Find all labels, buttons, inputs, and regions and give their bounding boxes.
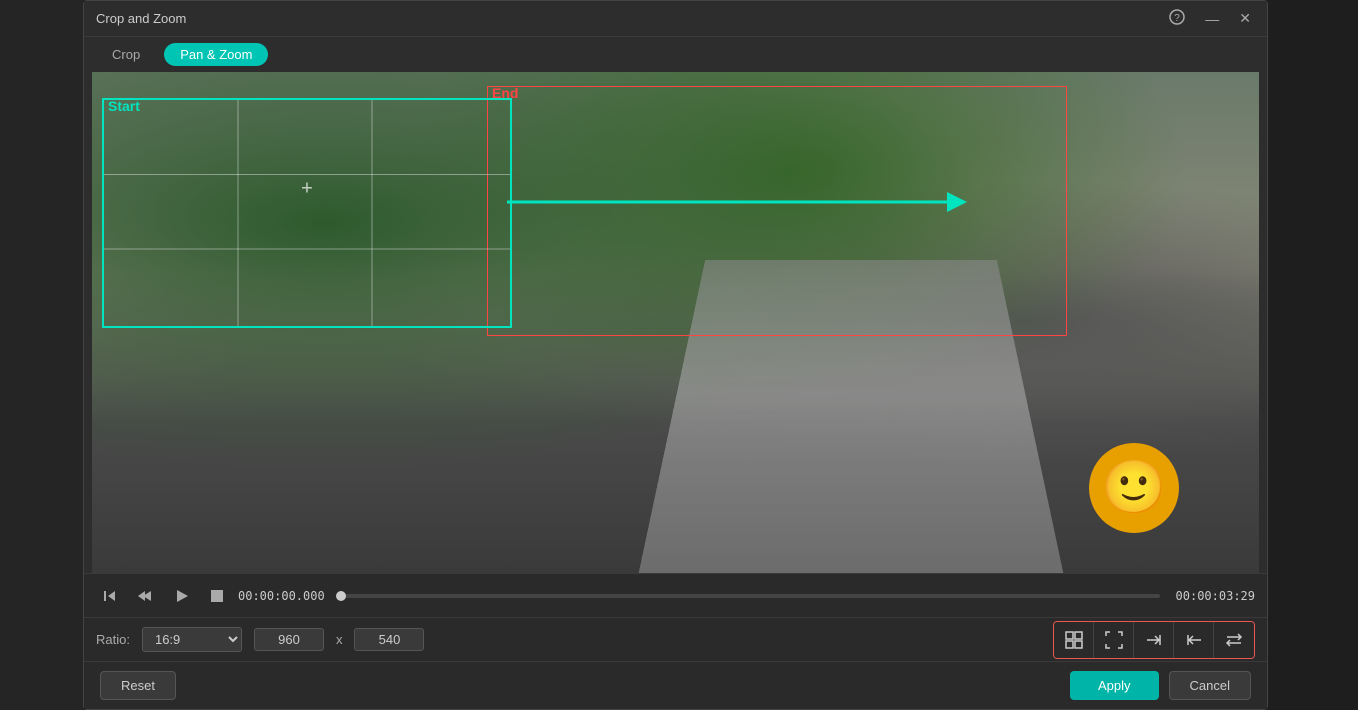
swap-icon	[1225, 631, 1243, 649]
help-button[interactable]: ?	[1165, 7, 1189, 30]
close-icon: ✕	[1239, 10, 1251, 26]
playback-controls: 00:00:00.000 00:00:03:29	[84, 573, 1267, 617]
minimize-icon: —	[1205, 11, 1219, 27]
move-end-button[interactable]	[1134, 622, 1174, 658]
action-bar: Reset Apply Cancel	[84, 661, 1267, 709]
frame-back-button[interactable]	[132, 586, 160, 606]
title-bar-controls: ? — ✕	[1165, 7, 1255, 30]
tab-pan-zoom[interactable]: Pan & Zoom	[164, 43, 268, 66]
fullscreen-button[interactable]	[1094, 622, 1134, 658]
ratio-bar: Ratio: 16:9 4:3 1:1 9:16 Custom x	[84, 617, 1267, 661]
ratio-select[interactable]: 16:9 4:3 1:1 9:16 Custom	[142, 627, 242, 652]
play-button[interactable]	[168, 586, 196, 606]
play-icon	[174, 588, 190, 604]
road-overlay	[632, 260, 1070, 573]
action-buttons-right: Apply Cancel	[1070, 671, 1251, 700]
help-icon: ?	[1169, 9, 1185, 25]
time-total: 00:00:03:29	[1176, 589, 1255, 603]
dialog-title: Crop and Zoom	[96, 11, 186, 26]
ratio-label: Ratio:	[96, 632, 130, 647]
transform-button-group	[1053, 621, 1255, 659]
move-start-button[interactable]	[1174, 622, 1214, 658]
apply-button[interactable]: Apply	[1070, 671, 1159, 700]
tab-bar: Crop Pan & Zoom	[84, 37, 1267, 72]
title-bar-left: Crop and Zoom	[96, 11, 186, 26]
move-start-icon	[1185, 631, 1203, 649]
left-sidebar	[0, 0, 83, 710]
fullscreen-icon	[1105, 631, 1123, 649]
svg-text:?: ?	[1174, 13, 1180, 24]
title-bar: Crop and Zoom ? — ✕	[84, 1, 1267, 37]
crop-zoom-dialog: Crop and Zoom ? — ✕ Crop Pan & Zoom	[83, 0, 1268, 710]
step-back-icon	[102, 588, 118, 604]
close-button[interactable]: ✕	[1235, 8, 1255, 29]
minimize-button[interactable]: —	[1201, 9, 1223, 29]
time-current: 00:00:00.000	[238, 589, 325, 603]
ratio-separator: x	[336, 632, 343, 647]
reset-button[interactable]: Reset	[100, 671, 176, 700]
fit-all-icon	[1065, 631, 1083, 649]
stop-icon	[210, 589, 224, 603]
width-input[interactable]	[254, 628, 324, 651]
fit-all-button[interactable]	[1054, 622, 1094, 658]
tab-crop[interactable]: Crop	[96, 43, 156, 66]
progress-bar[interactable]	[341, 594, 1160, 598]
frame-back-icon	[138, 588, 154, 604]
video-area: End Start + 🙂	[92, 72, 1259, 573]
progress-indicator	[336, 591, 346, 601]
emoji-sticker: 🙂	[1089, 443, 1179, 533]
swap-button[interactable]	[1214, 622, 1254, 658]
move-end-icon	[1145, 631, 1163, 649]
step-back-button[interactable]	[96, 586, 124, 606]
cancel-button[interactable]: Cancel	[1169, 671, 1251, 700]
stop-button[interactable]	[204, 587, 230, 605]
height-input[interactable]	[354, 628, 424, 651]
